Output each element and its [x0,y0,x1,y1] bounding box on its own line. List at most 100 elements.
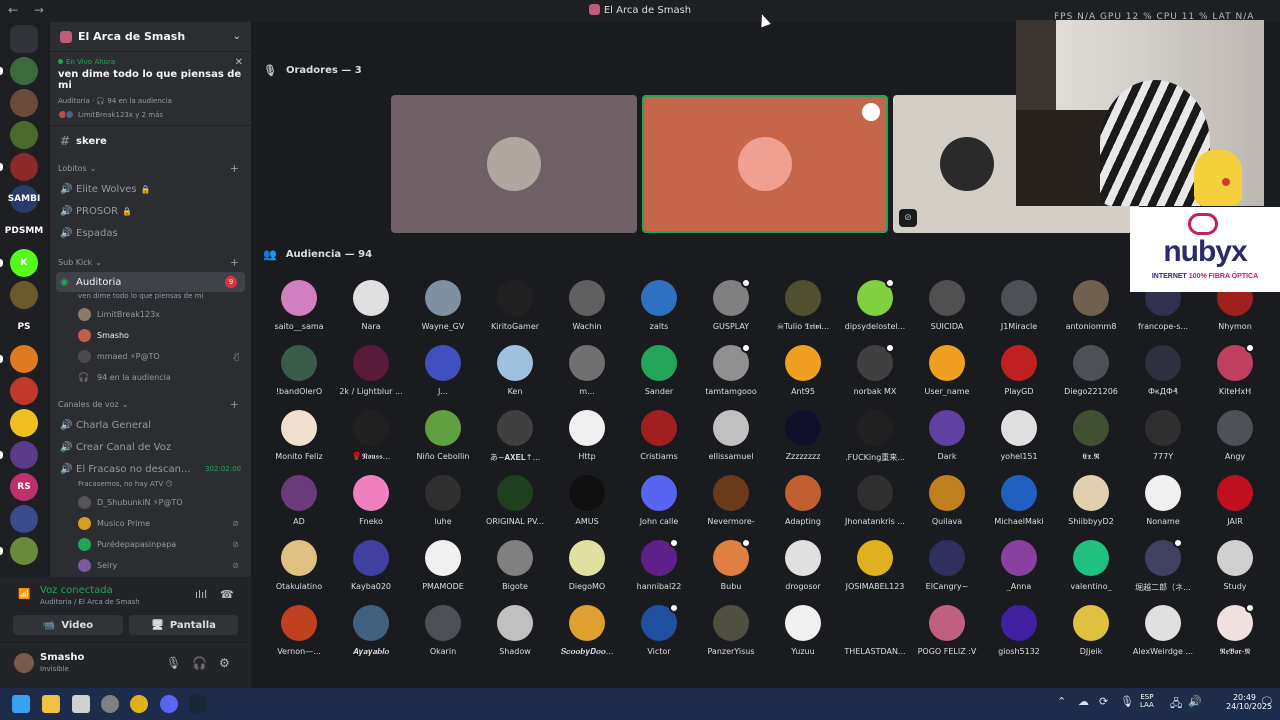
channel-skere[interactable]: # skere [50,130,251,152]
audience-member[interactable]: hannibal22 [623,538,695,591]
audience-member[interactable]: giosh5132 [983,605,1055,656]
onedrive-icon[interactable]: ☁ [1078,695,1089,708]
audience-member[interactable]: DJjeik [1055,605,1127,656]
voice-member[interactable]: Purédepapasinpapa ⊘ [50,534,251,555]
headphones-icon[interactable]: 🎧 [192,656,207,670]
audience-member[interactable]: PanzerYisus [695,605,767,656]
discord-taskbar-icon[interactable] [160,695,178,713]
audience-member[interactable]: Study [1199,540,1271,591]
server-icon-server-11[interactable] [10,377,38,405]
microphone-icon[interactable]: 🎙 [166,656,181,670]
audience-member[interactable]: 𝕰𝖝.𝕽 [1055,410,1127,462]
video-button[interactable]: 📹 Video [13,615,123,635]
audience-member[interactable]: DiegoMO [551,540,623,591]
audience-member[interactable]: .FUCKing重来... [839,410,911,463]
audience-member[interactable]: Quilava [911,475,983,526]
speaker-tile[interactable] [391,95,637,233]
audience-member[interactable]: J1Miracle [983,280,1055,331]
channel-auditoria[interactable]: ◉ Auditoria 9 [56,272,245,292]
server-icon-discord-home[interactable] [10,25,38,53]
language-indicator[interactable]: ESP LAA [1140,693,1154,709]
audience-member[interactable]: Ken [479,345,551,396]
category-subkick[interactable]: Sub Kick ⌄ + [50,252,251,272]
audience-member[interactable]: antoniomm8 [1055,280,1127,331]
audience-member[interactable]: JOSIMABEL123 [839,540,911,591]
audience-member[interactable]: Okarin [407,605,479,656]
audience-member[interactable]: ORIGINAL PV... [479,475,551,526]
audience-member[interactable]: Shadow [479,605,551,656]
audience-member[interactable]: _Anna [983,540,1055,591]
sync-icon[interactable]: ⟳ [1099,695,1108,708]
app-icon[interactable] [72,695,90,713]
audience-member[interactable]: あ~𝐀𝐗𝐄𝐋↑... [479,410,551,463]
audience-member[interactable]: Ant95 [767,345,839,396]
audience-member[interactable]: Dark [911,410,983,461]
gear-icon[interactable]: ⚙ [219,656,230,670]
audience-member[interactable]: Nevermore- [695,475,767,526]
audience-member[interactable]: KiritoGamer [479,280,551,331]
audience-member[interactable]: Kayba020 [335,540,407,591]
audience-member[interactable]: Angy [1199,410,1271,461]
audience-member[interactable]: J... [407,345,479,396]
clock[interactable]: 20:49 24/10/2025 [1226,693,1272,711]
windows-start-icon[interactable] [12,695,30,713]
audience-member[interactable]: Adapting [767,475,839,526]
avatar[interactable] [14,653,34,673]
audience-member[interactable]: Noname [1127,475,1199,526]
audience-member[interactable]: JAIR [1199,475,1271,526]
audience-member[interactable]: Cristiams [623,410,695,461]
voice-channel[interactable]: 🔊 Charla General [50,414,251,436]
category-lobitos[interactable]: Lobitos ⌄ + [50,158,251,178]
audience-member[interactable]: 堀越二郎（ネ... [1127,538,1199,593]
audience-member[interactable]: Sander [623,345,695,396]
audience-member[interactable]: User_name [911,345,983,396]
noise-suppression-icon[interactable]: ılıl [195,588,207,601]
chrome-icon[interactable] [130,695,148,713]
audience-member[interactable]: PMAMODE [407,540,479,591]
audience-member[interactable]: John calle [623,475,695,526]
voice-member[interactable]: D_ShubunkiN ⚡P@TO [50,492,251,513]
audience-member[interactable]: Otakulatino [263,540,335,591]
audience-member[interactable]: GUSPLAY [695,278,767,331]
voice-member[interactable]: Smasho [50,325,251,346]
file-explorer-icon[interactable] [42,695,60,713]
server-icon-server-4[interactable] [10,153,38,181]
audience-member[interactable]: POGO FELIZ :V [911,605,983,656]
server-icon-server-8[interactable] [10,281,38,309]
add-channel-icon[interactable]: + [230,256,239,269]
audience-member[interactable]: saito__sama [263,280,335,331]
voice-channel[interactable]: 🔊 Crear Canal de Voz [50,436,251,458]
notification-icon[interactable]: 🗨 [1260,695,1274,708]
signal-icon[interactable]: 📶 [18,589,30,600]
audience-member[interactable]: SUICIDA [911,280,983,331]
volume-icon[interactable]: 🔊 [1188,695,1202,708]
audience-member[interactable]: Monito Feliz [263,410,335,461]
audience-member[interactable]: yohel151 [983,410,1055,461]
audience-member[interactable]: 777Y [1127,410,1199,461]
add-channel-icon[interactable]: + [230,162,239,175]
audience-member[interactable]: Vernon—... [263,605,335,656]
screen-share-button[interactable]: 🖥 Pantalla [129,615,238,635]
voice-status[interactable]: Voz conectada [40,585,113,596]
voice-member[interactable]: LimitBreak123x [50,304,251,325]
server-icon-server-12[interactable] [10,409,38,437]
live-stage-card[interactable]: En Vivo Ahora ven dime todo lo que piens… [50,52,251,126]
audience-member[interactable]: !bandOlerO [263,345,335,396]
audience-member[interactable]: ElCangry~ [911,540,983,591]
server-icon-server-1[interactable] [10,57,38,85]
audience-member[interactable]: Jhonatankris ... [839,475,911,526]
audience-member[interactable]: Bubu [695,538,767,591]
audience-member[interactable]: 𝑨𝒚𝒂𝒚𝒂𝒃𝒍𝒐 [335,605,407,657]
user-name[interactable]: Smasho [40,652,84,663]
audience-member[interactable]: ☠Tulio 𝕿𝖗𝖎𝖛𝖎... [767,280,839,332]
audience-member[interactable]: dipsydelostel... [839,278,911,331]
add-channel-icon[interactable]: + [230,398,239,411]
server-icon-server-3[interactable] [10,121,38,149]
audience-member[interactable]: luhe [407,475,479,526]
steam-icon[interactable] [189,695,207,713]
audience-member[interactable]: Http [551,410,623,461]
audience-member[interactable]: Zzzzzzzz [767,410,839,461]
audience-member[interactable]: Wayne_GV [407,280,479,331]
audience-member[interactable]: MichaelMaki [983,475,1055,526]
audience-member[interactable]: tamtamgooo [695,343,767,396]
